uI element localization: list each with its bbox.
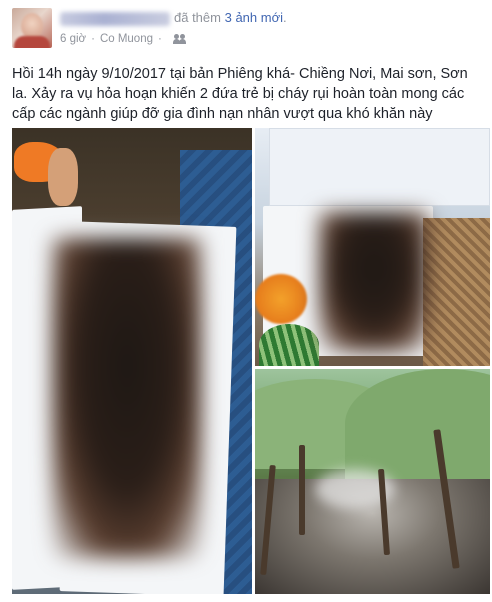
post-photo-main[interactable] — [12, 128, 252, 594]
hill — [345, 369, 490, 479]
post-action-line: đã thêm 3 ảnh mới. — [174, 10, 287, 25]
action-text: đã thêm — [174, 10, 221, 25]
orange-cloth — [255, 274, 307, 324]
watermelon — [259, 324, 319, 366]
feed-post-card: đã thêm 3 ảnh mới. 6 giờ · Co Muong · Hồ… — [0, 0, 492, 602]
blurred-figure — [52, 238, 202, 558]
foot — [48, 148, 78, 206]
burned-post — [299, 445, 305, 535]
screen-panel — [269, 128, 490, 206]
profile-avatar[interactable] — [12, 8, 52, 48]
post-photo-bottom-right[interactable] — [255, 369, 490, 594]
blurred-figure — [319, 212, 429, 352]
separator-dot: · — [91, 33, 95, 45]
location-link[interactable]: Co Muong — [100, 33, 153, 45]
author-name-blurred[interactable] — [60, 12, 170, 26]
basket — [423, 218, 490, 366]
action-period: . — [283, 10, 287, 25]
avatar-shirt — [14, 36, 50, 48]
post-photo-top-right[interactable] — [255, 128, 490, 366]
friends-icon[interactable] — [172, 34, 187, 44]
timestamp[interactable]: 6 giờ — [60, 33, 86, 45]
separator-dot: · — [158, 33, 162, 45]
post-caption: Hồi 14h ngày 9/10/2017 tại bản Phiêng kh… — [12, 66, 468, 122]
photo-count-link[interactable]: 3 ảnh mới — [225, 10, 283, 25]
post-sub-line: 6 giờ · Co Muong · — [60, 33, 187, 45]
